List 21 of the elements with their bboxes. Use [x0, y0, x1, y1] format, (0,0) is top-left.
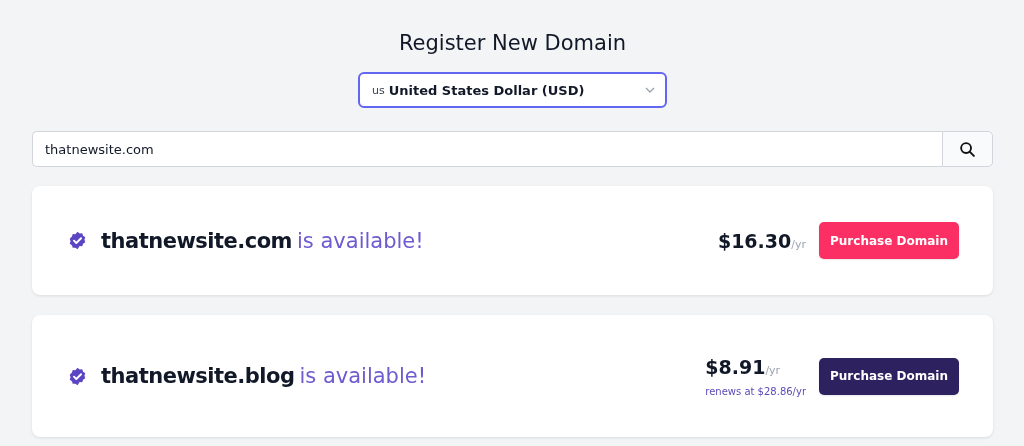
price-period: /yr [791, 237, 806, 251]
chevron-down-icon [645, 87, 655, 93]
price-period: /yr [765, 363, 781, 377]
domain-name: thatnewsite.com [101, 228, 292, 253]
verified-badge-icon [68, 366, 87, 386]
search-button[interactable] [942, 131, 993, 167]
availability-status: is available! [297, 228, 424, 253]
currency-code: us [372, 83, 385, 97]
domain-search-field[interactable]: thatnewsite.com [32, 131, 942, 167]
page-title: Register New Domain [398, 30, 627, 57]
purchase-domain-button[interactable]: Purchase Domain [819, 357, 959, 395]
availability-status: is available! [299, 364, 427, 388]
currency-label: United States Dollar (USD) [388, 82, 586, 98]
currency-select[interactable]: us United States Dollar (USD) [358, 72, 667, 108]
domain-price: $16.30 [717, 229, 792, 252]
verified-badge-icon [68, 231, 87, 250]
purchase-domain-button[interactable]: Purchase Domain [819, 222, 959, 259]
search-icon [959, 140, 976, 158]
domain-price: $8.91 [705, 355, 766, 378]
domain-name: thatnewsite.blog [101, 364, 295, 388]
renewal-price: renews at $28.86/yr [705, 385, 806, 397]
